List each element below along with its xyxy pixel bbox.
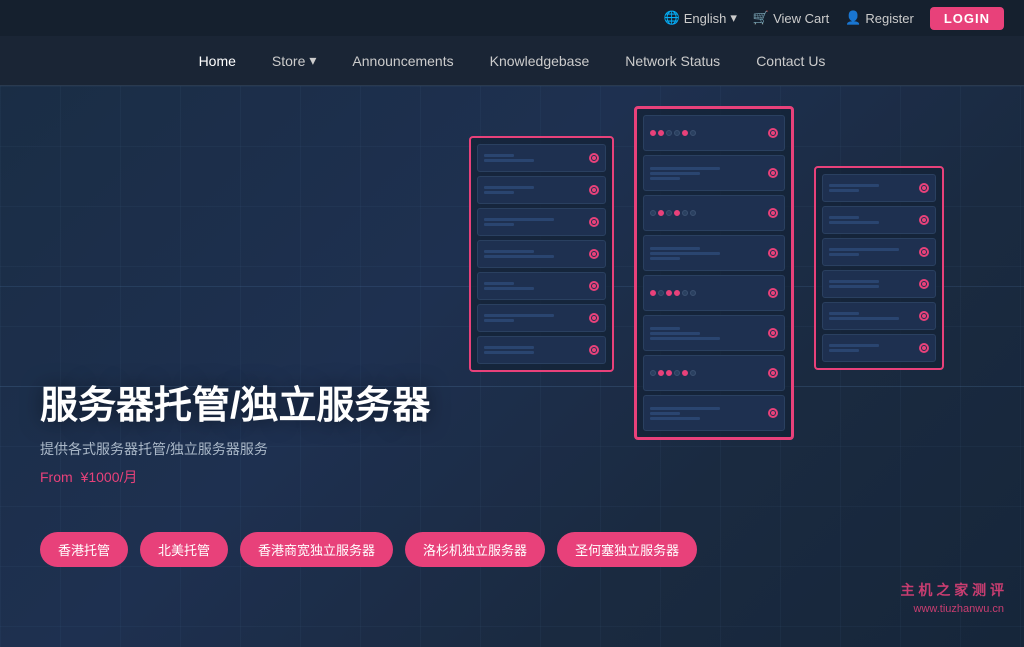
tag-buttons-row: 香港托管 北美托管 香港商宽独立服务器 洛杉机独立服务器 圣何塞独立服务器 — [40, 532, 697, 567]
server-led — [919, 247, 929, 257]
server-rack-left — [469, 136, 614, 372]
tag-btn-hongkong-hosting[interactable]: 香港托管 — [40, 532, 128, 567]
server-unit — [822, 270, 936, 298]
register-link[interactable]: 👤 Register — [845, 10, 914, 26]
server-unit — [822, 174, 936, 202]
nav-label-announcements: Announcements — [352, 53, 453, 69]
watermark-line1: 主 机 之 家 测 评 — [901, 580, 1004, 601]
nav-label-network-status: Network Status — [625, 53, 720, 69]
nav-item-home[interactable]: Home — [199, 53, 236, 69]
server-unit — [643, 355, 785, 391]
hero-text-block: 服务器托管/独立服务器 提供各式服务器托管/独立服务器服务 From ¥1000… — [40, 374, 431, 487]
server-led — [589, 153, 599, 163]
price-from-label: From — [40, 469, 73, 485]
cart-icon: 🛒 — [753, 10, 769, 26]
main-navbar: Home Store ▾ Announcements Knowledgebase… — [0, 36, 1024, 86]
server-unit — [643, 315, 785, 351]
chevron-down-icon: ▾ — [730, 10, 737, 26]
nav-label-store: Store — [272, 53, 305, 69]
nav-item-network-status[interactable]: Network Status — [625, 53, 720, 69]
server-led — [919, 183, 929, 193]
tag-btn-sanjose-server[interactable]: 圣何塞独立服务器 — [557, 532, 697, 567]
server-racks-container — [469, 106, 944, 440]
server-led — [768, 128, 778, 138]
server-led — [919, 343, 929, 353]
server-unit — [477, 176, 606, 204]
nav-item-store[interactable]: Store ▾ — [272, 52, 317, 69]
store-chevron-icon: ▾ — [309, 52, 316, 69]
server-led — [768, 328, 778, 338]
server-led — [589, 249, 599, 259]
server-led — [589, 281, 599, 291]
language-label: English — [684, 11, 727, 26]
server-led — [919, 311, 929, 321]
server-led — [768, 368, 778, 378]
tag-btn-hongkong-server[interactable]: 香港商宽独立服务器 — [240, 532, 393, 567]
server-unit — [643, 395, 785, 431]
server-led — [919, 215, 929, 225]
nav-item-announcements[interactable]: Announcements — [352, 53, 453, 69]
user-icon: 👤 — [845, 10, 861, 26]
top-bar: 🌐 English ▾ 🛒 View Cart 👤 Register LOGIN — [0, 0, 1024, 36]
nav-label-contact: Contact Us — [756, 53, 825, 69]
hero-price: From ¥1000/月 — [40, 467, 431, 487]
tag-btn-northamerica-hosting[interactable]: 北美托管 — [140, 532, 228, 567]
server-led — [589, 313, 599, 323]
server-led — [589, 217, 599, 227]
watermark-line2: www.tiuzhanwu.cn — [901, 601, 1004, 618]
server-unit — [477, 336, 606, 364]
nav-label-knowledgebase: Knowledgebase — [490, 53, 590, 69]
server-unit — [643, 195, 785, 231]
server-unit — [477, 208, 606, 236]
hero-section: 服务器托管/独立服务器 提供各式服务器托管/独立服务器服务 From ¥1000… — [0, 86, 1024, 647]
server-unit — [477, 240, 606, 268]
server-unit — [822, 334, 936, 362]
server-unit — [643, 275, 785, 311]
server-rack-right — [814, 166, 944, 370]
hero-subtitle: 提供各式服务器托管/独立服务器服务 — [40, 439, 431, 459]
server-unit — [477, 272, 606, 300]
nav-label-home: Home — [199, 53, 236, 69]
server-rack-center — [634, 106, 794, 440]
nav-item-contact[interactable]: Contact Us — [756, 53, 825, 69]
server-unit — [822, 206, 936, 234]
server-unit — [643, 235, 785, 271]
server-unit — [822, 302, 936, 330]
register-label: Register — [865, 11, 913, 26]
server-unit — [643, 155, 785, 191]
server-led — [919, 279, 929, 289]
server-unit — [643, 115, 785, 151]
server-led — [768, 208, 778, 218]
server-led — [589, 345, 599, 355]
server-unit — [477, 304, 606, 332]
login-button[interactable]: LOGIN — [930, 7, 1004, 30]
server-led — [768, 408, 778, 418]
hero-title: 服务器托管/独立服务器 — [40, 374, 431, 429]
server-unit — [822, 238, 936, 266]
view-cart-label: View Cart — [773, 11, 829, 26]
watermark: 主 机 之 家 测 评 www.tiuzhanwu.cn — [901, 580, 1004, 618]
language-selector[interactable]: 🌐 English ▾ — [664, 10, 737, 26]
view-cart-link[interactable]: 🛒 View Cart — [753, 10, 829, 26]
server-led — [768, 248, 778, 258]
server-led — [768, 168, 778, 178]
globe-icon: 🌐 — [664, 10, 680, 26]
price-value: ¥1000/月 — [81, 469, 138, 485]
server-unit — [477, 144, 606, 172]
nav-item-knowledgebase[interactable]: Knowledgebase — [490, 53, 590, 69]
server-led — [589, 185, 599, 195]
server-led — [768, 288, 778, 298]
tag-btn-la-server[interactable]: 洛杉机独立服务器 — [405, 532, 545, 567]
